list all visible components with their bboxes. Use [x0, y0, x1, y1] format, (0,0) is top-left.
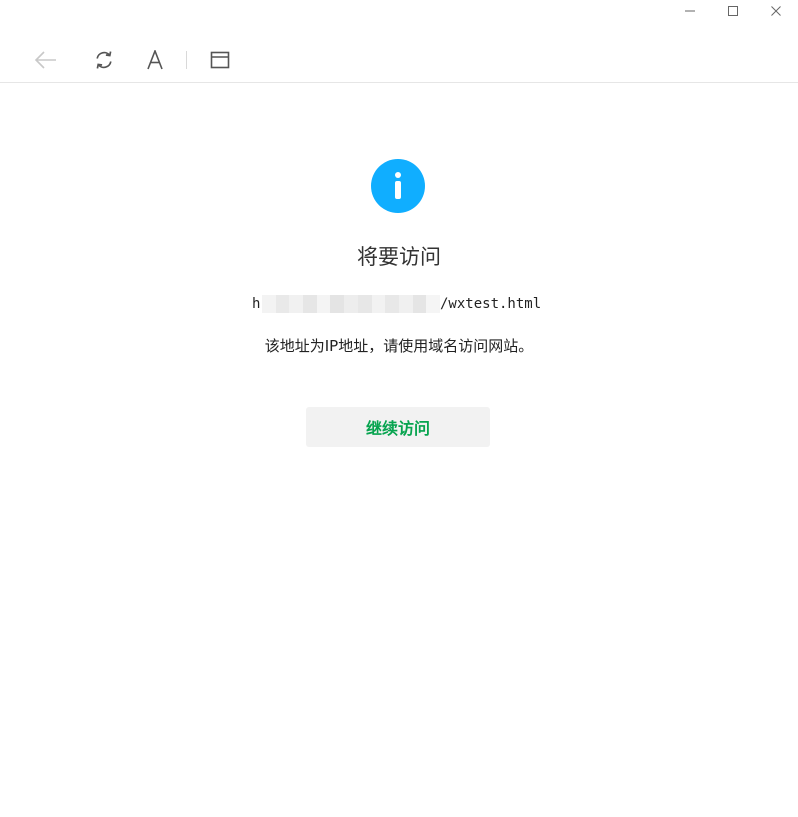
minimize-button[interactable]: [669, 0, 711, 22]
info-icon: [371, 159, 425, 213]
close-button[interactable]: [755, 0, 797, 22]
target-url: h /wxtest.html: [252, 293, 541, 315]
open-in-window-button[interactable]: [205, 46, 235, 74]
notice-page: 将要访问 h /wxtest.html 该地址为IP地址，请使用域名访问网站。: [0, 84, 798, 817]
toolbar-divider: [186, 51, 187, 69]
url-prefix: h: [252, 296, 260, 312]
minimize-icon: [685, 10, 695, 12]
redacted-address-mosaic: [262, 295, 440, 313]
continue-button[interactable]: 继续访问: [306, 407, 490, 447]
warning-message: 该地址为IP地址，请使用域名访问网站。: [264, 337, 534, 355]
refresh-button[interactable]: [89, 46, 119, 74]
page-title: 将要访问: [357, 245, 441, 269]
refresh-icon: [96, 51, 112, 69]
open-in-window-icon: [210, 51, 230, 69]
maximize-icon: [728, 6, 738, 16]
font-size-icon: [147, 50, 163, 70]
font-size-button[interactable]: [140, 46, 170, 74]
back-arrow-icon: [34, 51, 56, 69]
back-button[interactable]: [31, 46, 61, 74]
url-suffix: /wxtest.html: [440, 296, 542, 312]
close-icon: [771, 6, 781, 16]
maximize-button[interactable]: [712, 0, 754, 22]
toolbar: [0, 38, 798, 83]
browser-window: 将要访问 h /wxtest.html 该地址为IP地址，请使用域名访问网站。: [0, 0, 798, 817]
